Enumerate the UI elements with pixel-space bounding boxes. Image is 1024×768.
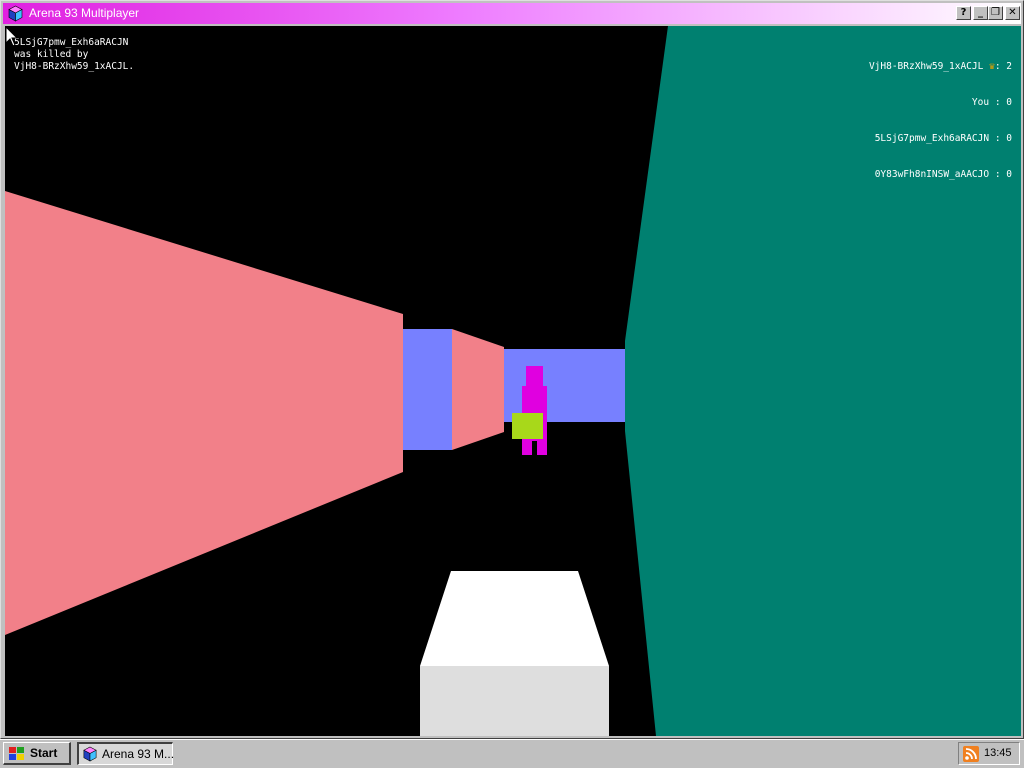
player-weapon [420,571,609,736]
start-button[interactable]: Start [3,742,71,765]
game-window: Arena 93 Multiplayer ? _ ❐ ✕ 5LSjG7pmw_E… [0,0,1024,739]
taskbar: Start Arena 93 M... 13:45 [0,739,1024,768]
score-row: 5LSjG7pmw_Exh6aRACJN : 0 [874,133,1012,144]
window-title: Arena 93 Multiplayer [29,6,140,20]
taskbar-item-arena93[interactable]: Arena 93 M... [77,742,175,765]
held-item [512,413,543,439]
restore-button[interactable]: ❐ [988,6,1003,20]
minimize-button[interactable]: _ [973,6,988,20]
close-button[interactable]: ✕ [1005,6,1020,20]
kill-victim: 5LSjG7pmw_Exh6aRACJN [14,37,129,48]
title-bar[interactable]: Arena 93 Multiplayer ? _ ❐ ✕ [3,3,1021,24]
cube-icon [8,5,23,22]
kill-killer: VjH8-BRzXhw59_1xACJL. [14,61,135,72]
system-tray: 13:45 [958,742,1020,765]
help-button[interactable]: ? [956,6,971,20]
rss-feed-icon[interactable] [963,746,979,762]
start-label: Start [30,746,58,760]
kill-verb: was killed by [14,49,89,60]
game-viewport[interactable]: 5LSjG7pmw_Exh6aRACJN was killed by VjH8-… [5,26,1021,736]
score-row: 0Y83wFh8nINSW_aAACJO : 0 [874,169,1012,180]
taskbar-item-label: Arena 93 M... [102,747,175,761]
clock[interactable]: 13:45 [984,747,1012,759]
kill-feed: 5LSjG7pmw_Exh6aRACJN was killed by VjH8-… [14,37,134,73]
left-wall-far [452,329,504,450]
left-wall [5,191,403,635]
cube-icon [83,746,97,762]
corridor-side-panel [403,329,452,450]
scoreboard: VjH8-BRzXhw59_1xACJL ♛: 2 You : 0 5LSjG7… [869,37,1012,205]
mouse-cursor-icon [5,26,19,47]
score-row: VjH8-BRzXhw59_1xACJL ♛: 2 [868,61,1012,72]
score-row: You : 0 [971,97,1012,108]
windows-logo-icon [9,747,24,760]
